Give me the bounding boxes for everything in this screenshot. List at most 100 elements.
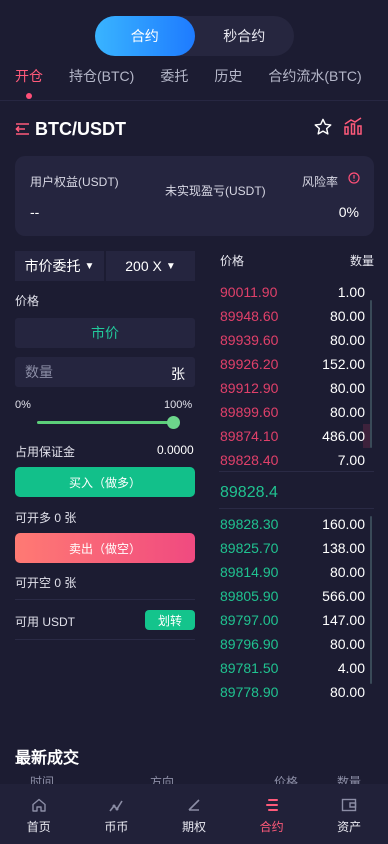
bid-row[interactable]: 89778.90 80.00 (219, 680, 366, 704)
pair-name: BTC/USDT (35, 118, 126, 139)
bid-row[interactable]: 89825.70 138.00 (219, 536, 366, 560)
orderbook-divider (219, 471, 374, 472)
bid-price: 89805.90 (220, 588, 279, 604)
tab-history[interactable]: 历史 (214, 66, 242, 86)
margin-label: 占用保证金 (15, 445, 76, 459)
ask-row[interactable]: 89828.40 7.00 (219, 448, 366, 472)
options-icon (188, 799, 200, 811)
mode-futures-button[interactable]: 合约 (95, 16, 195, 56)
pair-switch-icon (15, 123, 29, 135)
bid-qty: 566.00 (322, 588, 365, 604)
bid-row[interactable]: 89796.90 80.00 (219, 632, 366, 656)
bid-row[interactable]: 89814.90 80.00 (219, 560, 366, 584)
tabs-divider (0, 100, 388, 101)
bids-scrollbar[interactable] (370, 516, 372, 684)
quantity-slider-track[interactable] (37, 421, 174, 424)
quantity-input[interactable] (25, 357, 165, 387)
nav-home-label: 首页 (26, 820, 51, 834)
orderbook-price-header: 价格 (220, 254, 245, 268)
bid-price: 89814.90 (220, 564, 279, 580)
mode-second-futures-button[interactable]: 秒合约 (195, 16, 295, 56)
ask-row[interactable]: 89899.60 80.00 (219, 400, 366, 424)
ask-qty: 1.00 (337, 284, 365, 300)
ask-row[interactable]: 89939.60 80.00 (219, 328, 366, 352)
bid-price: 89828.30 (220, 516, 279, 532)
sell-short-button[interactable]: 卖出（做空） (15, 533, 195, 563)
tab-positions[interactable]: 持仓(BTC) (69, 66, 134, 86)
mode-toggle: 合约 秒合约 (95, 16, 294, 56)
ask-qty: 80.00 (329, 380, 365, 396)
tab-contract-ledger[interactable]: 合约流水(BTC) (268, 66, 361, 86)
ask-price: 89948.60 (220, 308, 279, 324)
short-capacity-text: 可开空 0 张 (15, 576, 77, 590)
quantity-unit: 张 (171, 366, 185, 382)
ask-qty: 486.00 (322, 428, 365, 444)
ask-row[interactable]: 89948.60 80.00 (219, 304, 366, 328)
equity-value: -- (30, 204, 40, 220)
asks-scrollbar[interactable] (370, 300, 372, 448)
form-divider (15, 639, 195, 640)
kline-chart-icon[interactable] (343, 116, 363, 136)
info-icon[interactable] (348, 172, 360, 184)
nav-spot[interactable]: 币币 (78, 784, 156, 844)
nav-assets[interactable]: 资产 (310, 784, 388, 844)
favorite-star-icon[interactable] (313, 117, 333, 137)
order-type-select[interactable]: 市价委托 ▼ (15, 251, 104, 281)
home-icon (32, 798, 46, 812)
bid-qty: 80.00 (329, 684, 365, 700)
ask-qty: 80.00 (329, 308, 365, 324)
ask-qty: 80.00 (329, 332, 365, 348)
nav-futures[interactable]: 合约 (233, 784, 311, 844)
pair-selector[interactable]: BTC/USDT (15, 117, 126, 141)
slider-min-label: 0% (15, 399, 31, 411)
latest-trades-title: 最新成交 (15, 750, 80, 767)
futures-icon (265, 799, 278, 811)
bid-price: 89825.70 (220, 540, 279, 556)
ask-price: 89939.60 (220, 332, 279, 348)
bid-qty: 80.00 (329, 564, 365, 580)
margin-value: 0.0000 (157, 443, 194, 457)
order-type-value: 市价委托 (24, 258, 81, 274)
market-price-field: 市价 (15, 318, 195, 348)
nav-spot-label: 币币 (104, 820, 129, 834)
tab-open-position[interactable]: 开仓 (15, 66, 43, 99)
bid-row[interactable]: 89781.50 4.00 (219, 656, 366, 680)
bid-row[interactable]: 89805.90 566.00 (219, 584, 366, 608)
ask-price: 89874.10 (220, 428, 279, 444)
bid-row[interactable]: 89797.00 147.00 (219, 608, 366, 632)
bid-qty: 138.00 (322, 540, 365, 556)
nav-futures-label: 合约 (259, 820, 284, 834)
nav-options[interactable]: 期权 (155, 784, 233, 844)
account-summary-card: 用户权益(USDT) -- 未实现盈亏(USDT) 风险率 0% (15, 156, 374, 236)
ask-qty: 152.00 (322, 356, 365, 372)
leverage-select[interactable]: 200 X ▼ (106, 251, 195, 281)
buy-long-button[interactable]: 买入（做多） (15, 467, 195, 497)
ask-price: 89899.60 (220, 404, 279, 420)
ask-price: 89912.90 (220, 380, 279, 396)
bid-row[interactable]: 89828.30 160.00 (219, 512, 366, 536)
price-label: 价格 (15, 294, 40, 308)
ask-row[interactable]: 89926.20 152.00 (219, 352, 366, 376)
bid-price: 89797.00 (220, 612, 279, 628)
wallet-icon (341, 798, 357, 812)
ask-price: 90011.90 (220, 284, 278, 300)
bid-price: 89781.50 (220, 660, 279, 676)
ask-row[interactable]: 89912.90 80.00 (219, 376, 366, 400)
bottom-nav: 首页 币币 期权 合约 资产 (0, 784, 388, 844)
long-capacity-text: 可开多 0 张 (15, 511, 77, 525)
risk-rate-label: 风险率 (302, 175, 339, 189)
ask-qty: 7.00 (337, 452, 365, 468)
ask-price: 89926.20 (220, 356, 279, 372)
transfer-button[interactable]: 划转 (145, 610, 195, 630)
ask-row[interactable]: 89874.10 486.00 (219, 424, 370, 448)
form-divider (15, 599, 195, 600)
quantity-slider-thumb[interactable] (167, 416, 180, 429)
leverage-value: 200 X (125, 258, 162, 274)
bid-qty: 147.00 (322, 612, 365, 628)
slider-max-label: 100% (164, 399, 193, 411)
tab-orders[interactable]: 委托 (160, 66, 188, 86)
nav-home[interactable]: 首页 (0, 784, 78, 844)
orderbook-qty-header: 数量 (350, 254, 375, 268)
available-usdt-label: 可用 USDT (15, 615, 76, 629)
ask-row[interactable]: 90011.90 1.00 (219, 280, 366, 304)
